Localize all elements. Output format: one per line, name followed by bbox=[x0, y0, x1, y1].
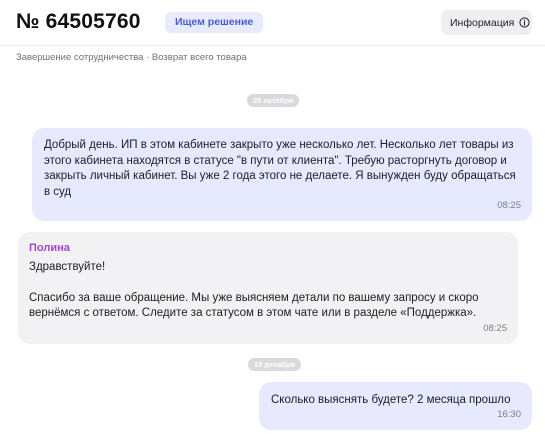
message-outgoing: Сколько выяснять будете? 2 месяца прошло… bbox=[259, 382, 532, 430]
message-time: 08:25 bbox=[497, 199, 521, 211]
header-divider bbox=[0, 45, 545, 46]
message-text: Сколько выяснять будете? 2 месяца прошло bbox=[271, 394, 511, 406]
message-time: 08:25 bbox=[483, 322, 507, 334]
message-time: 16:30 bbox=[497, 408, 521, 420]
status-badge: Ищем решение bbox=[165, 12, 264, 33]
message-text: Здравствуйте! Спасибо за ваше обращение.… bbox=[29, 260, 479, 320]
info-button[interactable]: Информация bbox=[441, 10, 532, 35]
date-separator: 29 октября bbox=[247, 94, 300, 107]
date-separator: 15 декабря bbox=[248, 358, 301, 371]
message-incoming: Полина Здравствуйте! Спасибо за ваше обр… bbox=[18, 232, 518, 344]
message-text: Добрый день. ИП в этом кабинете закрыто … bbox=[44, 139, 519, 198]
info-button-label: Информация bbox=[450, 16, 515, 29]
ticket-number: № 64505760 bbox=[16, 10, 141, 33]
breadcrumb: Завершение сотрудничества · Возврат всег… bbox=[16, 52, 247, 63]
chat-header: № 64505760 Ищем решение Информация bbox=[0, 0, 545, 46]
info-circle-icon bbox=[519, 17, 530, 28]
sender-name: Полина bbox=[29, 242, 70, 254]
message-outgoing: Добрый день. ИП в этом кабинете закрыто … bbox=[32, 128, 532, 221]
